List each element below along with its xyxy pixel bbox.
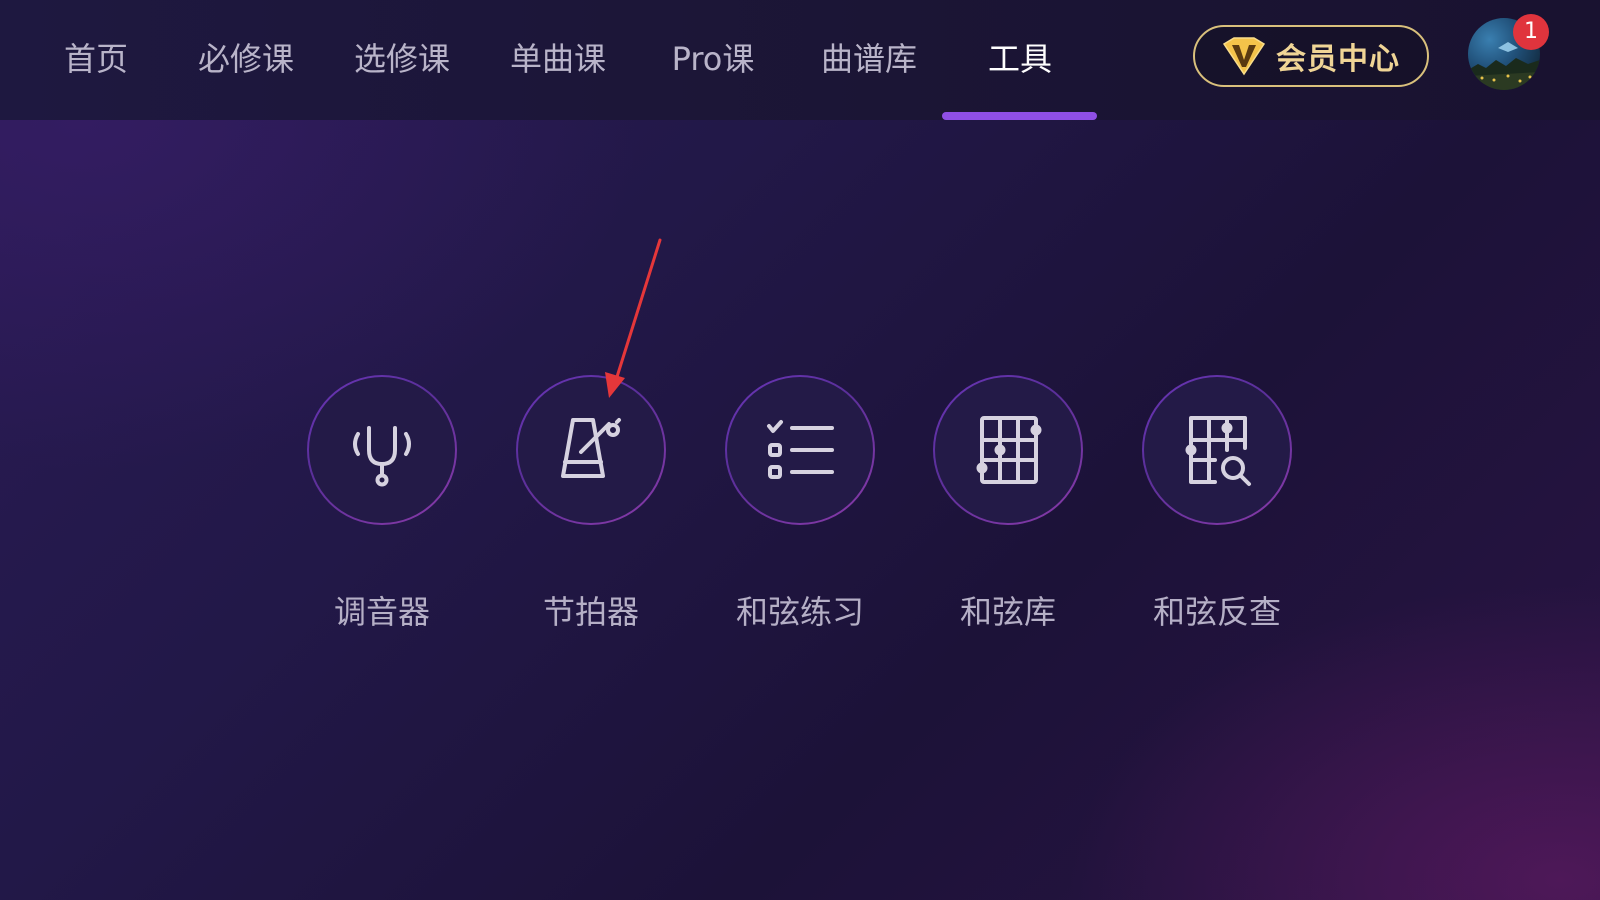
chord-search-icon [1185,416,1251,486]
tool-chord-reverse-lookup[interactable]: 和弦反查 [1127,375,1307,635]
checklist-icon [767,420,834,479]
tool-chord-library-circle [933,375,1083,525]
tuning-fork-icon [353,426,411,487]
tool-chord-practice-circle [725,375,875,525]
nav-item-required-courses[interactable]: 必修课 [198,34,294,84]
chord-grid-icon [976,416,1042,484]
notification-badge: 1 [1513,14,1549,50]
nav-item-single-song-courses[interactable]: 单曲课 [510,34,606,84]
tool-chord-library-label: 和弦库 [959,593,1056,631]
nav-item-home[interactable]: 首页 [64,34,128,84]
tool-tuner-label: 调音器 [333,593,430,631]
tool-chord-reverse-lookup-label: 和弦反查 [1152,593,1281,631]
nav-item-elective-courses[interactable]: 选修课 [354,34,450,84]
tool-metronome[interactable]: 节拍器 [501,375,681,635]
v-diamond-icon [1222,37,1266,76]
tool-metronome-circle [516,375,666,525]
vip-center-button[interactable]: 会员中心 [1193,25,1429,87]
nav-item-pro-courses[interactable]: Pro课 [672,34,755,84]
nav-item-tools[interactable]: 工具 [988,34,1052,84]
vip-center-label: 会员中心 [1276,42,1400,77]
tool-metronome-label: 节拍器 [542,593,639,631]
metronome-icon [561,418,621,478]
tool-chord-library[interactable]: 和弦库 [918,375,1098,635]
tool-chord-practice-label: 和弦练习 [735,593,864,631]
tool-chord-practice[interactable]: 和弦练习 [710,375,890,635]
tool-tuner-circle [307,375,457,525]
active-tab-indicator [942,112,1097,120]
tool-chord-reverse-lookup-circle [1142,375,1292,525]
tool-tuner[interactable]: 调音器 [292,375,472,635]
top-navigation-bar: 首页 必修课 选修课 单曲课 Pro课 曲谱库 工具 会员中心 1 [0,0,1600,120]
nav-item-sheet-music-library[interactable]: 曲谱库 [821,34,917,84]
